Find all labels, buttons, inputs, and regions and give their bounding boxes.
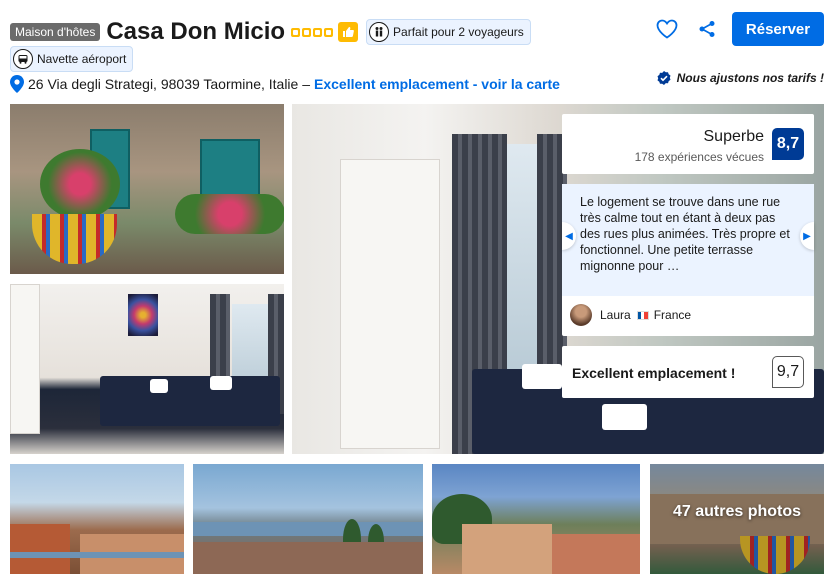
gallery-photo-5[interactable] — [432, 464, 640, 574]
location-label: Excellent emplacement ! — [572, 365, 736, 381]
save-favorite-button[interactable] — [652, 14, 682, 44]
towel — [522, 364, 562, 389]
star-rating — [291, 27, 334, 37]
avatar — [570, 304, 592, 326]
reviewer-info: Laura France — [570, 304, 691, 326]
reviewer-name: Laura — [600, 308, 631, 322]
star-icon — [313, 27, 323, 37]
balcony-flowers — [175, 194, 284, 234]
price-match[interactable]: Nous ajustons nos tarifs ! — [656, 70, 824, 86]
review-count: 178 expériences vécues — [634, 150, 764, 164]
wall-painting — [128, 294, 158, 336]
gallery-photo-3[interactable] — [10, 464, 184, 574]
towel — [602, 404, 647, 430]
room-door — [10, 284, 40, 434]
title-row: Maison d'hôtes Casa Don Micio Parfait po… — [10, 18, 531, 46]
share-button[interactable] — [692, 14, 722, 44]
star-icon — [291, 27, 301, 37]
price-match-label: Nous ajustons nos tarifs ! — [676, 71, 824, 85]
travelers-pill-label: Parfait pour 2 voyageurs — [393, 25, 524, 39]
shuttle-pill: Navette aéroport — [10, 46, 134, 72]
gallery-photo-6[interactable]: 47 autres photos — [650, 464, 824, 574]
show-map-link[interactable]: Excellent emplacement - voir la carte — [314, 76, 560, 92]
header-actions: Réserver — [652, 12, 824, 46]
shuttle-pill-label: Navette aéroport — [37, 52, 127, 66]
guest-review-card: Le logement se trouve dans une rue très … — [562, 184, 814, 336]
price-match-badge-icon — [657, 71, 671, 85]
star-icon — [302, 27, 312, 37]
gallery-photo-2[interactable] — [10, 284, 284, 454]
thumbs-up-icon[interactable] — [338, 22, 359, 42]
rooftop — [10, 524, 70, 574]
gallery-photo-4[interactable] — [193, 464, 423, 574]
property-type-badge: Maison d'hôtes — [10, 23, 101, 41]
location-score-card[interactable]: Excellent emplacement ! 9,7 — [562, 346, 814, 398]
property-name: Casa Don Micio — [106, 18, 286, 45]
sea-strip — [10, 552, 184, 558]
gallery-photo-1[interactable] — [10, 104, 284, 274]
two-people-icon — [369, 22, 390, 42]
towel — [210, 376, 232, 390]
shuttle-row: Navette aéroport — [10, 46, 134, 72]
rating-label: Superbe — [703, 128, 765, 145]
more-photos-button[interactable]: 47 autres photos — [650, 464, 824, 574]
reviewer-country: France — [653, 308, 692, 322]
france-flag-icon — [636, 310, 649, 320]
address-row: 26 Via degli Strategi, 98039 Taormine, I… — [10, 75, 560, 93]
towel — [150, 379, 168, 393]
ceramic-pot — [32, 214, 117, 264]
flower-plant — [40, 149, 120, 219]
rating-card[interactable]: Superbe 178 expériences vécues 8,7 — [562, 114, 814, 174]
review-quote: Le logement se trouve dans une rue très … — [562, 184, 814, 296]
location-pin-icon — [10, 75, 24, 93]
building — [552, 534, 640, 574]
heart-icon — [656, 19, 678, 39]
shuttle-bus-icon — [13, 49, 33, 69]
wardrobe — [340, 159, 440, 449]
address-text: 26 Via degli Strategi, 98039 Taormine, I… — [28, 76, 311, 92]
share-icon — [699, 21, 715, 37]
property-header: Maison d'hôtes Casa Don Micio Parfait po… — [10, 12, 824, 102]
location-score-badge: 9,7 — [772, 356, 804, 388]
reserve-button[interactable]: Réserver — [732, 12, 824, 46]
star-icon — [324, 27, 334, 37]
travelers-pill: Parfait pour 2 voyageurs — [366, 19, 531, 45]
rooftop — [193, 542, 423, 574]
building — [462, 524, 552, 574]
sea-strip — [193, 522, 423, 536]
rating-score-badge: 8,7 — [772, 128, 804, 160]
bed — [100, 376, 280, 426]
